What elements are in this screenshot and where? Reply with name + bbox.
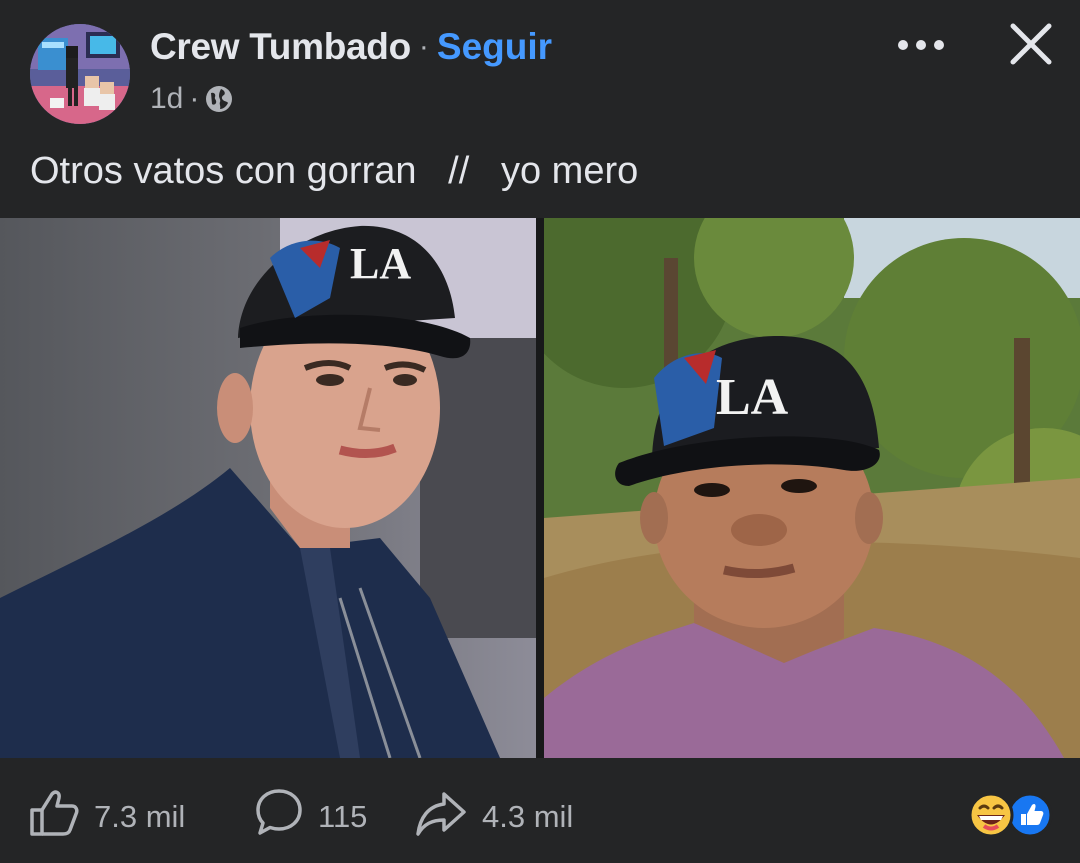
- author-name[interactable]: Crew Tumbado: [150, 26, 411, 68]
- facebook-post: Crew Tumbado · Seguir 1d · Otros vatos c…: [0, 0, 1080, 863]
- svg-text:LA: LA: [716, 369, 789, 426]
- share-count: 4.3 mil: [482, 799, 574, 834]
- grinning-face-icon: [968, 792, 1014, 838]
- like-reaction-icon: [1007, 792, 1053, 838]
- post-caption: Otros vatos con gorran // yo mero: [30, 150, 639, 192]
- close-button[interactable]: [1003, 18, 1059, 70]
- post-timestamp[interactable]: 1d: [150, 82, 183, 116]
- avatar[interactable]: [30, 24, 130, 124]
- photo-right[interactable]: LA: [544, 218, 1080, 758]
- follow-button[interactable]: Seguir: [437, 26, 552, 68]
- like-count: 7.3 mil: [94, 799, 186, 834]
- more-dots-icon: [898, 40, 944, 50]
- author-line: Crew Tumbado · Seguir: [150, 24, 552, 70]
- post-meta: 1d ·: [150, 82, 233, 116]
- close-icon: [1010, 23, 1052, 65]
- like-button[interactable]: 7.3 mil: [28, 788, 185, 846]
- comment-count: 115: [318, 799, 368, 834]
- comment-button[interactable]: 115: [254, 788, 367, 846]
- share-arrow-icon: [414, 788, 468, 846]
- share-button[interactable]: 4.3 mil: [414, 788, 573, 846]
- separator-dot: ·: [418, 30, 429, 63]
- reaction-summary[interactable]: [966, 792, 1056, 838]
- post-photos: LA LA: [0, 218, 1080, 758]
- svg-text:LA: LA: [350, 239, 411, 288]
- post-actions: 7.3 mil 115 4.3 mil: [0, 758, 1080, 863]
- meta-separator-dot: ·: [189, 82, 200, 115]
- photo-left[interactable]: LA: [0, 218, 536, 758]
- thumbs-up-icon: [28, 788, 80, 846]
- globe-icon: [205, 85, 233, 113]
- more-options-button[interactable]: [893, 22, 949, 68]
- post-header: Crew Tumbado · Seguir 1d ·: [0, 0, 1080, 135]
- comment-bubble-icon: [254, 787, 304, 847]
